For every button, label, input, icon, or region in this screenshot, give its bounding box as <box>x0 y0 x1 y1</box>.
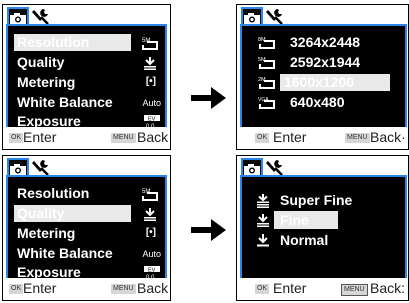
ok-badge: OK <box>9 284 24 294</box>
quality-submenu-screen: Super Fine Fine Normal OK Enter MENU Bac… <box>236 155 409 301</box>
resolution-option-label: 3264x2448 <box>290 34 361 50</box>
quality-option-fine[interactable]: Fine <box>274 211 338 229</box>
back-label: Back <box>137 129 169 145</box>
tools-icon <box>32 9 49 25</box>
enter-label: Enter <box>273 280 307 296</box>
menu-item-label: Resolution <box>17 34 90 50</box>
white-balance-value: Auto <box>142 98 161 108</box>
arrow-right-icon <box>191 219 226 241</box>
enter-label: Enter <box>273 129 307 145</box>
tools-icon <box>32 160 49 176</box>
quality-option-normal[interactable]: Normal <box>248 231 378 249</box>
resolution-option-label: 1600x1200 <box>284 74 355 90</box>
quality-fine-icon <box>143 207 157 226</box>
tab-setup[interactable] <box>265 158 287 176</box>
menu-panel: Resolution 5M Quality Metering [•] White… <box>6 175 167 281</box>
menu-tabs <box>241 7 301 25</box>
submenu-panel: 8M 3264x2448 5M 2592x1944 1600x1200 2M V… <box>240 24 407 129</box>
footer-bar: OK Enter MENU Back· <box>237 127 408 149</box>
metering-center-icon: [•] <box>145 227 156 238</box>
tab-camera[interactable] <box>7 158 29 176</box>
5M-icon: 5M <box>258 56 276 74</box>
menu-item-metering[interactable]: Metering <box>14 74 131 91</box>
menu-badge: MENU <box>111 284 136 294</box>
menu-item-label: White Balance <box>17 245 113 261</box>
quality-option-label: Normal <box>280 232 329 248</box>
camera-icon <box>244 164 260 175</box>
resolution-option-2m[interactable]: 1600x1200 <box>280 74 390 91</box>
svg-text:EV: EV <box>148 116 156 122</box>
enter-label: Enter <box>23 280 57 296</box>
arrow-right-icon <box>191 87 226 109</box>
footer-bar: OK Enter MENU Back <box>3 278 170 300</box>
white-balance-value: Auto <box>142 249 161 259</box>
camera-icon <box>10 13 26 24</box>
resolution-option-vga[interactable]: VGA 640x480 <box>248 94 358 111</box>
menu-tabs <box>241 158 301 176</box>
2M-icon: 2M <box>258 76 276 94</box>
tab-camera[interactable] <box>7 7 29 25</box>
quality-normal-icon <box>256 233 270 252</box>
resolution-option-label: 640x480 <box>290 94 345 110</box>
main-menu-screen-quality: Resolution 5M Quality Metering [•] White… <box>2 155 171 301</box>
tab-setup[interactable] <box>31 7 53 25</box>
menu-panel: Resolution 5M Quality Metering [•] White… <box>6 24 167 130</box>
metering-center-icon: [•] <box>145 76 156 87</box>
menu-item-resolution[interactable]: Resolution <box>14 185 131 202</box>
enter-label: Enter <box>23 129 57 145</box>
quality-fine-icon <box>256 213 270 232</box>
quality-option-super-fine[interactable]: Super Fine <box>248 191 378 209</box>
back-label: Back: <box>370 280 406 296</box>
submenu-panel: Super Fine Fine Normal <box>240 175 407 280</box>
menu-item-white-balance[interactable]: White Balance <box>14 245 131 262</box>
menu-item-quality[interactable]: Quality <box>14 54 131 71</box>
quality-superfine-icon <box>256 193 270 213</box>
ok-badge: OK <box>255 133 270 143</box>
menu-item-label: Metering <box>17 225 76 241</box>
camera-icon <box>244 13 260 24</box>
menu-badge: MENU <box>111 133 136 143</box>
tab-setup[interactable] <box>265 7 287 25</box>
menu-item-white-balance[interactable]: White Balance <box>14 94 131 111</box>
menu-tabs <box>7 7 67 25</box>
menu-tabs <box>7 158 67 176</box>
menu-item-label: Quality <box>17 54 65 70</box>
resolution-option-8m[interactable]: 8M 3264x2448 <box>248 34 361 54</box>
menu-item-label: Metering <box>17 74 76 90</box>
quality-option-label: Fine <box>280 212 309 228</box>
svg-text:EV: EV <box>148 267 156 273</box>
back-label: Back· <box>370 129 406 145</box>
5M-icon: 5M <box>141 36 159 55</box>
menu-badge: MENU <box>341 284 368 296</box>
resolution-submenu-screen: 8M 3264x2448 5M 2592x1944 1600x1200 2M V… <box>236 4 409 150</box>
tab-setup[interactable] <box>31 158 53 176</box>
tools-icon <box>266 160 283 176</box>
main-menu-screen-resolution: Resolution 5M Quality Metering [•] White… <box>2 4 171 150</box>
ok-badge: OK <box>255 284 270 294</box>
menu-item-label: Quality <box>17 205 65 221</box>
camera-icon <box>10 164 26 175</box>
tab-camera[interactable] <box>241 7 263 25</box>
footer-bar: OK Enter MENU Back: <box>237 278 408 300</box>
quality-option-label: Super Fine <box>280 192 353 208</box>
menu-item-resolution[interactable]: Resolution <box>14 34 131 51</box>
ok-badge: OK <box>9 133 24 143</box>
menu-badge: MENU <box>345 133 370 143</box>
menu-item-label: Resolution <box>17 185 90 201</box>
back-label: Back <box>137 280 169 296</box>
quality-fine-icon <box>143 56 157 75</box>
resolution-option-label: 2592x1944 <box>290 54 361 70</box>
tab-camera[interactable] <box>241 158 263 176</box>
footer-bar: OK Enter MENU Back <box>3 127 170 149</box>
menu-item-metering[interactable]: Metering <box>14 225 131 242</box>
VGA-icon: VGA <box>258 96 276 114</box>
5M-icon: 5M <box>141 187 159 206</box>
menu-item-label: White Balance <box>17 94 113 110</box>
menu-item-quality[interactable]: Quality <box>14 205 131 222</box>
tools-icon <box>266 9 283 25</box>
resolution-option-5m[interactable]: 5M 2592x1944 <box>248 54 361 74</box>
8M-icon: 8M <box>258 36 276 54</box>
